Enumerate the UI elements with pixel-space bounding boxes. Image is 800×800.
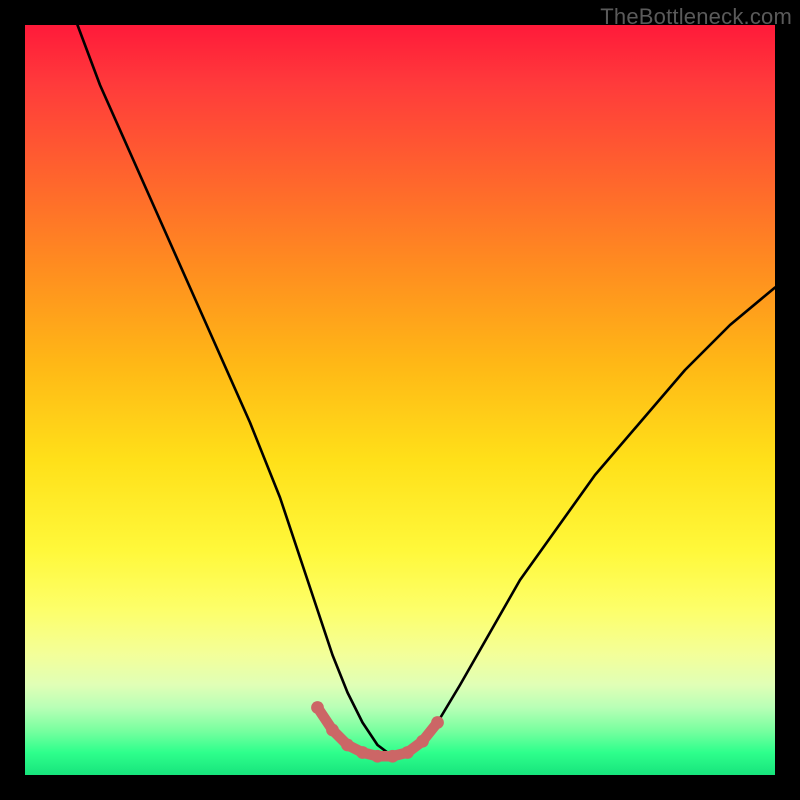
highlight-dot [386,750,399,763]
highlight-dot [326,724,339,737]
bottleneck-curve [78,25,776,763]
highlight-dot [356,746,369,759]
highlight-dot [431,716,444,729]
highlight-dot [341,739,354,752]
highlight-dot [311,701,324,714]
plot-area [25,25,775,775]
curve-main-path [78,25,776,756]
chart-stage: TheBottleneck.com [0,0,800,800]
curve-svg [25,25,775,775]
highlight-dot [416,735,429,748]
highlight-dot [401,746,414,759]
highlight-dot [371,750,384,763]
